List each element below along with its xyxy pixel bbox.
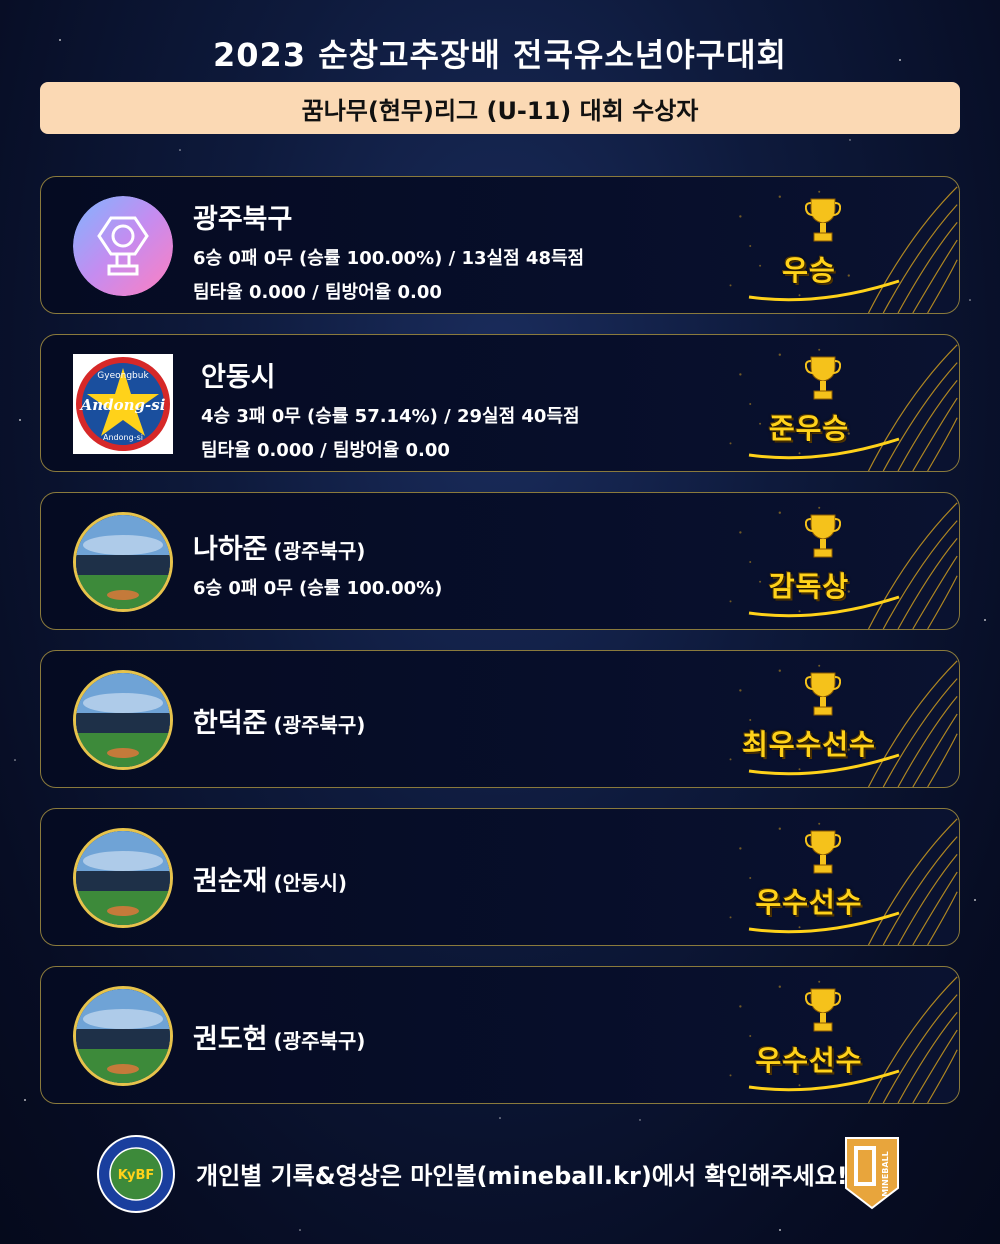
trophy-icon	[805, 988, 841, 1032]
swoosh-underline	[748, 753, 900, 776]
stadium-icon	[73, 670, 173, 770]
kybf-logo-icon: KyBF	[97, 1135, 175, 1213]
stats-line: 팀타율 0.000 / 팀방어율 0.00	[193, 282, 442, 303]
recipient-team: (안동시)	[273, 871, 348, 895]
record-line: 6승 0패 0무 (승률 100.00%)	[193, 578, 443, 599]
mineball-logo-icon: MINEBALL	[845, 1137, 899, 1210]
swoosh-underline	[748, 279, 900, 302]
stadium-icon	[73, 986, 173, 1086]
trophy-icon	[805, 830, 841, 874]
award-card-mvp: 한덕준 (광주북구) 최우수선수	[40, 650, 960, 788]
recipient-team: (광주북구)	[273, 1029, 366, 1053]
footer: KyBF 개인별 기록&영상은 마인볼(mineball.kr)에서 확인해주세…	[0, 1130, 1000, 1220]
trophy-icon	[805, 514, 841, 558]
andong-logo-icon: Gyeongbuk Andong-si Andong-si	[73, 354, 173, 454]
award-badge: 우수선수	[709, 809, 959, 945]
recipient-name: 안동시	[201, 362, 276, 393]
swoosh-underline	[748, 911, 900, 934]
record-line: 6승 0패 0무 (승률 100.00%) / 13실점 48득점	[193, 248, 585, 269]
award-card-excellent-1: 권순재 (안동시) 우수선수	[40, 808, 960, 946]
andong-logo-top-text: Gyeongbuk	[97, 371, 149, 381]
subtitle-banner: 꿈나무(현무)리그 (U-11) 대회 수상자	[40, 82, 960, 134]
swoosh-underline	[748, 1069, 900, 1092]
team-logo-icon	[73, 196, 173, 296]
trophy-icon	[805, 672, 841, 716]
stadium-icon	[73, 512, 173, 612]
award-badge: 최우수선수	[709, 651, 959, 787]
recipient-name: 광주북구	[193, 204, 293, 235]
andong-logo-bottom-text: Andong-si	[103, 433, 143, 442]
recipient-name: 권도현	[193, 1024, 268, 1055]
award-badge: 감독상	[709, 493, 959, 629]
award-card-excellent-2: 권도현 (광주북구) 우수선수	[40, 966, 960, 1104]
page-title: 2023 순창고추장배 전국유소년야구대회	[213, 36, 787, 74]
recipient-name: 한덕준	[193, 708, 268, 739]
recipient-name: 나하준	[193, 534, 268, 565]
swoosh-underline	[748, 437, 900, 460]
kybf-logo-text: KyBF	[118, 1168, 155, 1183]
trophy-icon	[805, 198, 841, 242]
trophy-icon	[805, 356, 841, 400]
award-card-runner-up: Gyeongbuk Andong-si Andong-si 안동시 4승 3패 …	[40, 334, 960, 472]
record-line: 4승 3패 0무 (승률 57.14%) / 29실점 40득점	[201, 406, 580, 427]
mineball-logo-text: MINEBALL	[881, 1151, 890, 1197]
swoosh-underline	[748, 595, 900, 618]
stats-line: 팀타율 0.000 / 팀방어율 0.00	[201, 440, 450, 461]
recipient-name: 권순재	[193, 866, 268, 897]
stadium-icon	[73, 828, 173, 928]
award-badge: 우수선수	[709, 967, 959, 1103]
award-card-manager: 나하준 (광주북구) 6승 0패 0무 (승률 100.00%) 감독상	[40, 492, 960, 630]
footer-message: 개인별 기록&영상은 마인볼(mineball.kr)에서 확인해주세요!	[196, 1162, 848, 1190]
recipient-team: (광주북구)	[273, 713, 366, 737]
andong-logo-main-text: Andong-si	[79, 396, 166, 414]
subtitle-text: 꿈나무(현무)리그 (U-11) 대회 수상자	[301, 96, 699, 125]
award-card-champion: 광주북구 6승 0패 0무 (승률 100.00%) / 13실점 48득점 팀…	[40, 176, 960, 314]
award-badge: 우승	[709, 177, 959, 313]
recipient-team: (광주북구)	[273, 539, 366, 563]
award-badge: 준우승	[709, 335, 959, 471]
